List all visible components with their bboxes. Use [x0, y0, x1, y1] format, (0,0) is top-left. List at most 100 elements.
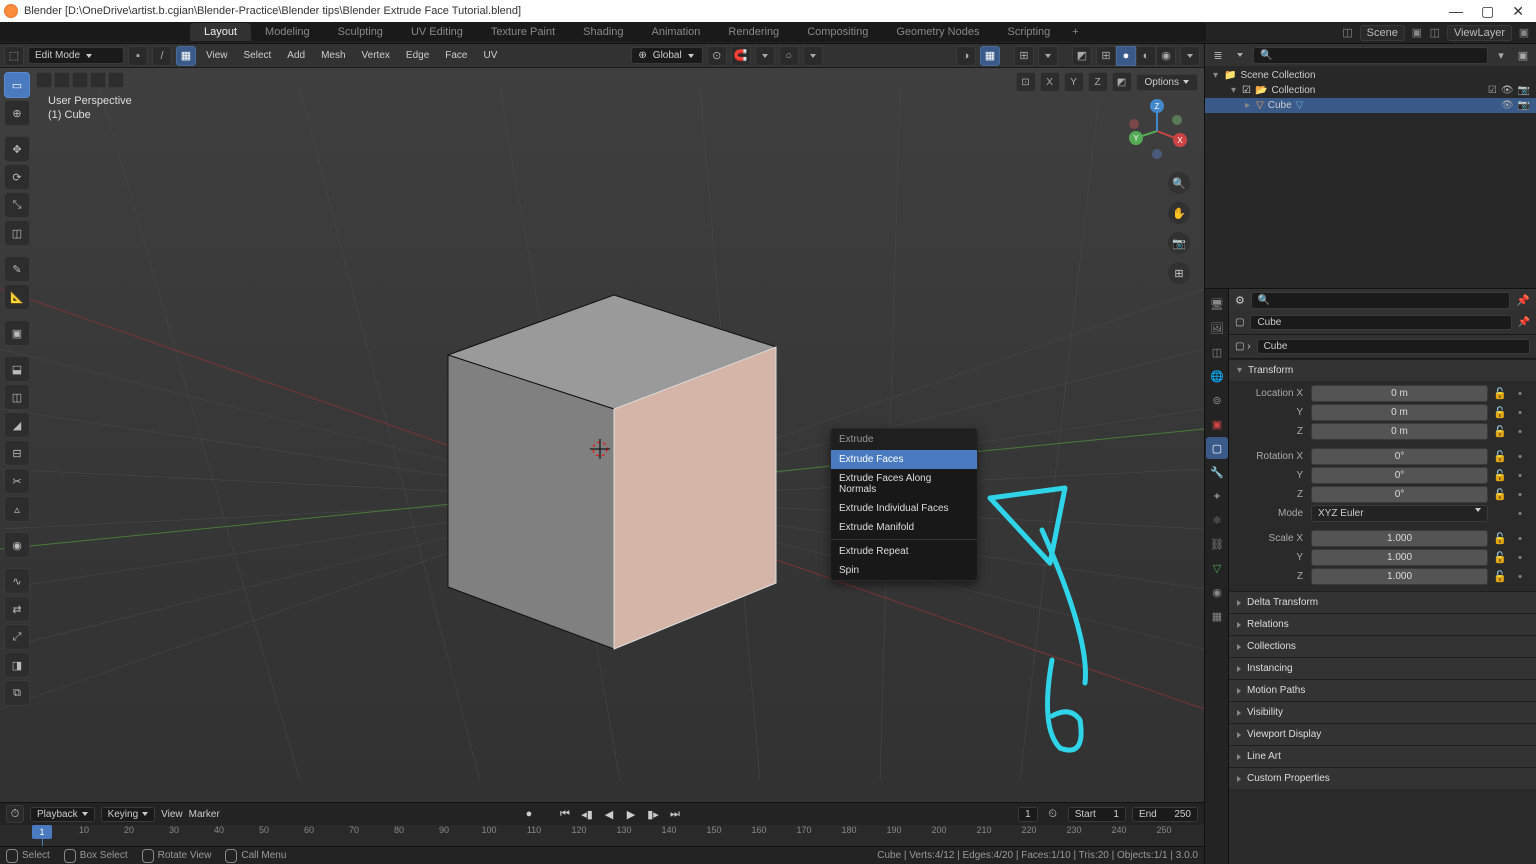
vp-options[interactable]: Options	[1136, 74, 1198, 91]
lock-scale-x[interactable]: 🔓	[1492, 531, 1508, 547]
viewport-3d[interactable]: User Perspective (1) Cube ▭ ⊕ ✥ ⟳ ⤡ ◫ ✎ …	[0, 68, 1204, 802]
face-select-mode[interactable]: ▦	[176, 46, 196, 66]
selmode-2[interactable]	[54, 72, 70, 88]
tool-knife[interactable]: ✂	[4, 468, 30, 494]
vp-menu-add[interactable]: Add	[281, 50, 311, 61]
timeline-track[interactable]: 1 10 20 30 40 50 60 70 80 90 100 110 120…	[0, 825, 1204, 847]
xray-icon[interactable]: ◩	[1072, 46, 1092, 66]
tl-marker[interactable]: Marker	[189, 809, 220, 820]
viewlayer-new-icon[interactable]: ▣	[1518, 27, 1530, 39]
proportional-icon[interactable]: ○	[779, 46, 799, 66]
outliner-editor-icon[interactable]: ≣	[1209, 46, 1227, 64]
tool-shear[interactable]: ◨	[4, 652, 30, 678]
nav-gizmo[interactable]: X Y Z	[1124, 98, 1190, 164]
tab-modeling[interactable]: Modeling	[251, 23, 324, 41]
mode-dropdown[interactable]: Edit Mode	[28, 47, 124, 64]
tool-inset[interactable]: ◫	[4, 384, 30, 410]
cm-extrude-repeat[interactable]: Extrude Repeat	[831, 542, 977, 561]
tab-shading[interactable]: Shading	[569, 23, 637, 41]
tool-rotate[interactable]: ⟳	[4, 164, 30, 190]
overlay-icon[interactable]	[1038, 46, 1058, 66]
zoom-icon[interactable]: 🔍	[1168, 172, 1190, 194]
tab-texture-paint[interactable]: Texture Paint	[477, 23, 569, 41]
cm-extrude-along-normals[interactable]: Extrude Faces Along Normals	[831, 469, 977, 499]
tool-scale[interactable]: ⤡	[4, 192, 30, 218]
ptab-output[interactable]: 🖼	[1206, 317, 1228, 339]
prop-editor-icon[interactable]: ⚙	[1235, 294, 1245, 307]
cm-extrude-individual[interactable]: Extrude Individual Faces	[831, 499, 977, 518]
tool-transform[interactable]: ◫	[4, 220, 30, 246]
ptab-physics[interactable]: ⚛	[1206, 509, 1228, 531]
pan-icon[interactable]: ✋	[1168, 202, 1190, 224]
prop-pin[interactable]: 📌	[1516, 294, 1530, 307]
panel-delta-transform[interactable]: Delta Transform	[1229, 592, 1536, 613]
ptab-texture[interactable]: ▦	[1206, 605, 1228, 627]
timeline-editor-icon[interactable]: ⏱	[6, 805, 24, 823]
tl-view[interactable]: View	[161, 809, 183, 820]
panel-transform-header[interactable]: ▾Transform	[1229, 360, 1536, 381]
prop-search[interactable]: 🔍	[1251, 292, 1510, 309]
panel-viewport-display[interactable]: Viewport Display	[1229, 724, 1536, 745]
ptab-data[interactable]: ▽	[1206, 557, 1228, 579]
snap-icon[interactable]: 🧲	[731, 46, 751, 66]
cm-extrude-manifold[interactable]: Extrude Manifold	[831, 518, 977, 537]
shading-solid[interactable]: ●	[1116, 46, 1136, 66]
loc-x[interactable]: 0 m	[1311, 385, 1488, 402]
shading-options[interactable]	[1180, 46, 1200, 66]
tool-add-cube[interactable]: ▣	[4, 320, 30, 346]
scale-x[interactable]: 1.000	[1311, 530, 1488, 547]
selmode-5[interactable]	[108, 72, 124, 88]
selmode-3[interactable]	[72, 72, 88, 88]
scale-y[interactable]: 1.000	[1311, 549, 1488, 566]
scene-browse-icon[interactable]: ◫	[1342, 27, 1354, 39]
tool-bevel[interactable]: ◢	[4, 412, 30, 438]
end-frame[interactable]: End 250	[1132, 807, 1198, 822]
ptab-material[interactable]: ◉	[1206, 581, 1228, 603]
outliner-display-mode[interactable]	[1231, 46, 1249, 64]
lock-rot-x[interactable]: 🔓	[1492, 449, 1508, 465]
window-close[interactable]: ✕	[1512, 3, 1524, 20]
tab-compositing[interactable]: Compositing	[793, 23, 882, 41]
tab-scripting[interactable]: Scripting	[993, 23, 1064, 41]
rotation-mode[interactable]: XYZ Euler	[1311, 505, 1488, 522]
outliner-scene-collection[interactable]: ▾📁Scene Collection	[1205, 68, 1536, 83]
lock-loc-x[interactable]: 🔓	[1492, 386, 1508, 402]
cm-spin[interactable]: Spin	[831, 561, 977, 580]
lock-scale-z[interactable]: 🔓	[1492, 569, 1508, 585]
tool-select[interactable]: ▭	[4, 72, 30, 98]
ptab-object[interactable]: ▢	[1206, 437, 1228, 459]
vis-select-icon[interactable]: ▦	[980, 46, 1000, 66]
overlay-btn[interactable]: ◩	[1112, 72, 1132, 92]
edge-select-mode[interactable]: /	[152, 46, 172, 66]
orientation-dropdown[interactable]: ⊕ Global	[631, 47, 702, 64]
outliner-filter[interactable]: ▾	[1492, 46, 1510, 64]
selmode-4[interactable]	[90, 72, 106, 88]
ptab-constraints[interactable]: ⛓	[1206, 533, 1228, 555]
panel-collections[interactable]: Collections	[1229, 636, 1536, 657]
ptab-world[interactable]: ⊚	[1206, 389, 1228, 411]
window-maximize[interactable]: ▢	[1481, 3, 1494, 20]
viewlayer-browse-icon[interactable]: ◫	[1429, 27, 1441, 39]
playhead[interactable]: 1	[32, 825, 52, 839]
shading-material[interactable]: ◐	[1136, 46, 1156, 66]
vp-menu-uv[interactable]: UV	[478, 50, 504, 61]
prop-crumb-data[interactable]: Cube	[1257, 339, 1530, 354]
scene-field[interactable]: Scene	[1360, 25, 1405, 41]
selmode-1[interactable]	[36, 72, 52, 88]
vp-menu-vertex[interactable]: Vertex	[356, 50, 396, 61]
tab-rendering[interactable]: Rendering	[714, 23, 793, 41]
tab-geometry-nodes[interactable]: Geometry Nodes	[882, 23, 993, 41]
scene-new-icon[interactable]: ▣	[1411, 27, 1423, 39]
tab-sculpting[interactable]: Sculpting	[324, 23, 397, 41]
ptab-render[interactable]: 🖥	[1206, 293, 1228, 315]
lock-loc-z[interactable]: 🔓	[1492, 424, 1508, 440]
axis-y[interactable]: Y	[1064, 72, 1084, 92]
lock-loc-y[interactable]: 🔓	[1492, 405, 1508, 421]
panel-custom-properties[interactable]: Custom Properties	[1229, 768, 1536, 789]
loc-y[interactable]: 0 m	[1311, 404, 1488, 421]
rot-z[interactable]: 0°	[1311, 486, 1488, 503]
pivot-icon[interactable]: ⊙	[707, 46, 727, 66]
shading-wireframe[interactable]: ⊞	[1096, 46, 1116, 66]
vp-menu-edge[interactable]: Edge	[400, 50, 435, 61]
proportional-dropdown[interactable]	[803, 46, 823, 66]
